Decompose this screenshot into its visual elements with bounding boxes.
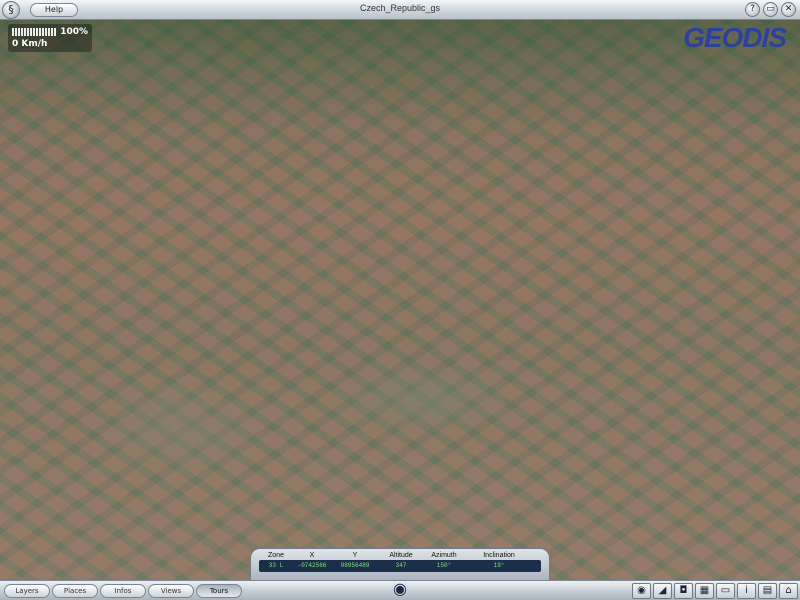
close-icon[interactable]: ✕ (781, 2, 796, 17)
ruler-icon[interactable]: ◢ (653, 583, 672, 599)
speed-value: 0 Km/h (12, 39, 48, 49)
value-y: 08956489 (340, 562, 370, 569)
window-controls: ? ▭ ✕ (745, 2, 796, 17)
value-zone: 33 L (268, 562, 284, 569)
value-azimuth: 150° (436, 562, 452, 569)
map-viewport-3d[interactable]: 100% 0 Km/h GEODIS (0, 20, 800, 580)
target-icon[interactable]: ◉ (632, 583, 651, 599)
value-altitude: 347 (395, 562, 407, 569)
window-title: Czech_Republic_gs (359, 3, 441, 13)
horizon-haze (0, 20, 800, 130)
speed-gauge (12, 28, 57, 36)
tab-infos[interactable]: Infos (100, 584, 146, 598)
tab-places[interactable]: Places (52, 584, 98, 598)
monitor-icon[interactable]: ▭ (716, 583, 735, 599)
header-zone: Zone (268, 552, 284, 559)
help-circle-icon[interactable]: ? (745, 2, 760, 17)
map-icon[interactable]: ▦ (695, 583, 714, 599)
camera-icon[interactable]: ◘ (674, 583, 693, 599)
tab-tours[interactable]: Tours (196, 584, 242, 598)
geodis-logo: GEODIS (683, 22, 787, 53)
coordinate-headers: Zone X Y Altitude Azimuth Inclination (259, 552, 541, 559)
title-bar: § Help Czech_Republic_gs ? ▭ ✕ (0, 0, 800, 20)
info-icon[interactable]: i (737, 583, 756, 599)
speed-percent: 100% (60, 27, 88, 37)
value-x: -0742566 (297, 562, 327, 569)
minimize-icon[interactable]: ▭ (763, 2, 778, 17)
value-inclination: 19° (493, 562, 505, 569)
header-inclination: Inclination (483, 552, 515, 559)
coordinate-readout: Zone X Y Altitude Azimuth Inclination 33… (250, 548, 550, 582)
home-icon[interactable]: ⌂ (779, 583, 798, 599)
header-altitude: Altitude (389, 552, 413, 559)
tool-buttons: ◉ ◢ ◘ ▦ ▭ i ▤ ⌂ (632, 583, 798, 599)
header-y: Y (352, 552, 358, 559)
nav-tabs: Layers Places Infos Views Tours (4, 584, 242, 598)
eye-icon[interactable]: ◉ (388, 580, 412, 598)
header-azimuth: Azimuth (431, 552, 457, 559)
speed-indicator: 100% 0 Km/h (8, 24, 92, 52)
tab-views[interactable]: Views (148, 584, 194, 598)
coordinate-values: 33 L -0742566 08956489 347 150° 19° (259, 560, 541, 572)
tab-layers[interactable]: Layers (4, 584, 50, 598)
grid-icon[interactable]: ▤ (758, 583, 777, 599)
header-x: X (309, 552, 315, 559)
